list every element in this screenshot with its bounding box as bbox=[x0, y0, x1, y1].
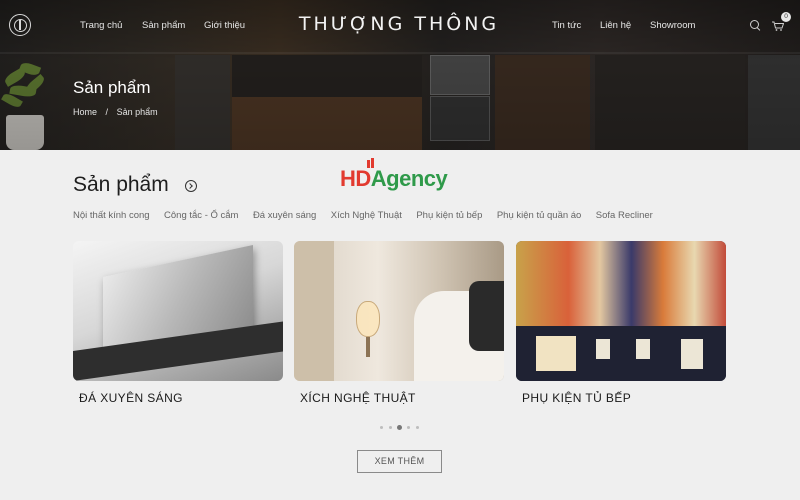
product-card-title[interactable]: XÍCH NGHỆ THUẬT bbox=[300, 391, 416, 405]
nav-item-contact[interactable]: Liên hệ bbox=[600, 20, 631, 31]
category-curved-glass[interactable]: Nội thất kính cong bbox=[73, 210, 150, 221]
lamp-globe bbox=[356, 301, 380, 337]
cart-icon[interactable] bbox=[772, 21, 784, 31]
category-art-chain[interactable]: Xích Nghệ Thuật bbox=[331, 210, 402, 221]
breadcrumb-home[interactable]: Home bbox=[73, 107, 97, 117]
logo-icon[interactable] bbox=[9, 14, 31, 36]
carousel-dot[interactable] bbox=[380, 426, 383, 429]
breadcrumb-current: Sản phẩm bbox=[116, 107, 158, 117]
category-sofa-recliner[interactable]: Sofa Recliner bbox=[596, 210, 653, 221]
category-wardrobe-accessories[interactable]: Phụ kiện tủ quần áo bbox=[497, 210, 582, 221]
section-title: Sản phẩm bbox=[73, 173, 169, 196]
carousel-dot[interactable] bbox=[389, 426, 392, 429]
brand-title[interactable]: THƯỢNG THÔNG bbox=[296, 13, 502, 35]
nav-item-home[interactable]: Trang chủ bbox=[80, 20, 122, 31]
shop-window bbox=[536, 336, 576, 371]
product-card-title[interactable]: ĐÁ XUYÊN SÁNG bbox=[79, 391, 183, 405]
carousel-dot[interactable] bbox=[416, 426, 419, 429]
nav-item-showroom[interactable]: Showroom bbox=[650, 20, 695, 31]
wall-panel bbox=[294, 241, 334, 381]
carousel-dot[interactable] bbox=[407, 426, 410, 429]
breadcrumb: Home / Sản phẩm bbox=[73, 107, 164, 117]
nav-item-news[interactable]: Tin tức bbox=[552, 20, 581, 31]
lamp-stand bbox=[366, 337, 370, 357]
agency-logo-text: HDAgency bbox=[340, 166, 448, 191]
product-card-title[interactable]: PHỤ KIỆN TỦ BẾP bbox=[522, 391, 631, 405]
category-translucent-stone[interactable]: Đá xuyên sáng bbox=[253, 210, 316, 221]
category-filter: Nội thất kính cong Công tắc - Ổ cắm Đá x… bbox=[73, 205, 663, 221]
nav-item-products[interactable]: Sản phẩm bbox=[142, 20, 185, 31]
cart-count-badge: 0 bbox=[781, 12, 791, 22]
search-icon[interactable] bbox=[750, 20, 760, 30]
product-card-image[interactable] bbox=[516, 241, 726, 381]
hero-title: Sản phẩm bbox=[73, 78, 151, 97]
nav-item-about[interactable]: Giới thiệu bbox=[204, 20, 245, 31]
carousel-dot-active[interactable] bbox=[397, 425, 402, 430]
window bbox=[636, 339, 650, 359]
category-switch-socket[interactable]: Công tắc - Ổ cắm bbox=[164, 210, 238, 221]
category-kitchen-accessories[interactable]: Phụ kiện tủ bếp bbox=[416, 210, 482, 221]
product-card-image[interactable] bbox=[294, 241, 504, 381]
breadcrumb-separator: / bbox=[105, 107, 109, 117]
hd-agency-watermark: HDAgency bbox=[340, 158, 465, 194]
window bbox=[681, 339, 703, 369]
product-card-image[interactable] bbox=[73, 241, 283, 381]
carousel-dots bbox=[378, 424, 422, 432]
window bbox=[596, 339, 610, 359]
arrow-right-circle-icon[interactable] bbox=[185, 180, 197, 192]
dark-pillow bbox=[469, 281, 504, 351]
mural-pattern bbox=[516, 241, 726, 326]
top-navbar: Trang chủ Sản phẩm Giới thiệu THƯỢNG THÔ… bbox=[0, 0, 800, 52]
view-more-button[interactable]: XEM THÊM bbox=[357, 450, 442, 473]
